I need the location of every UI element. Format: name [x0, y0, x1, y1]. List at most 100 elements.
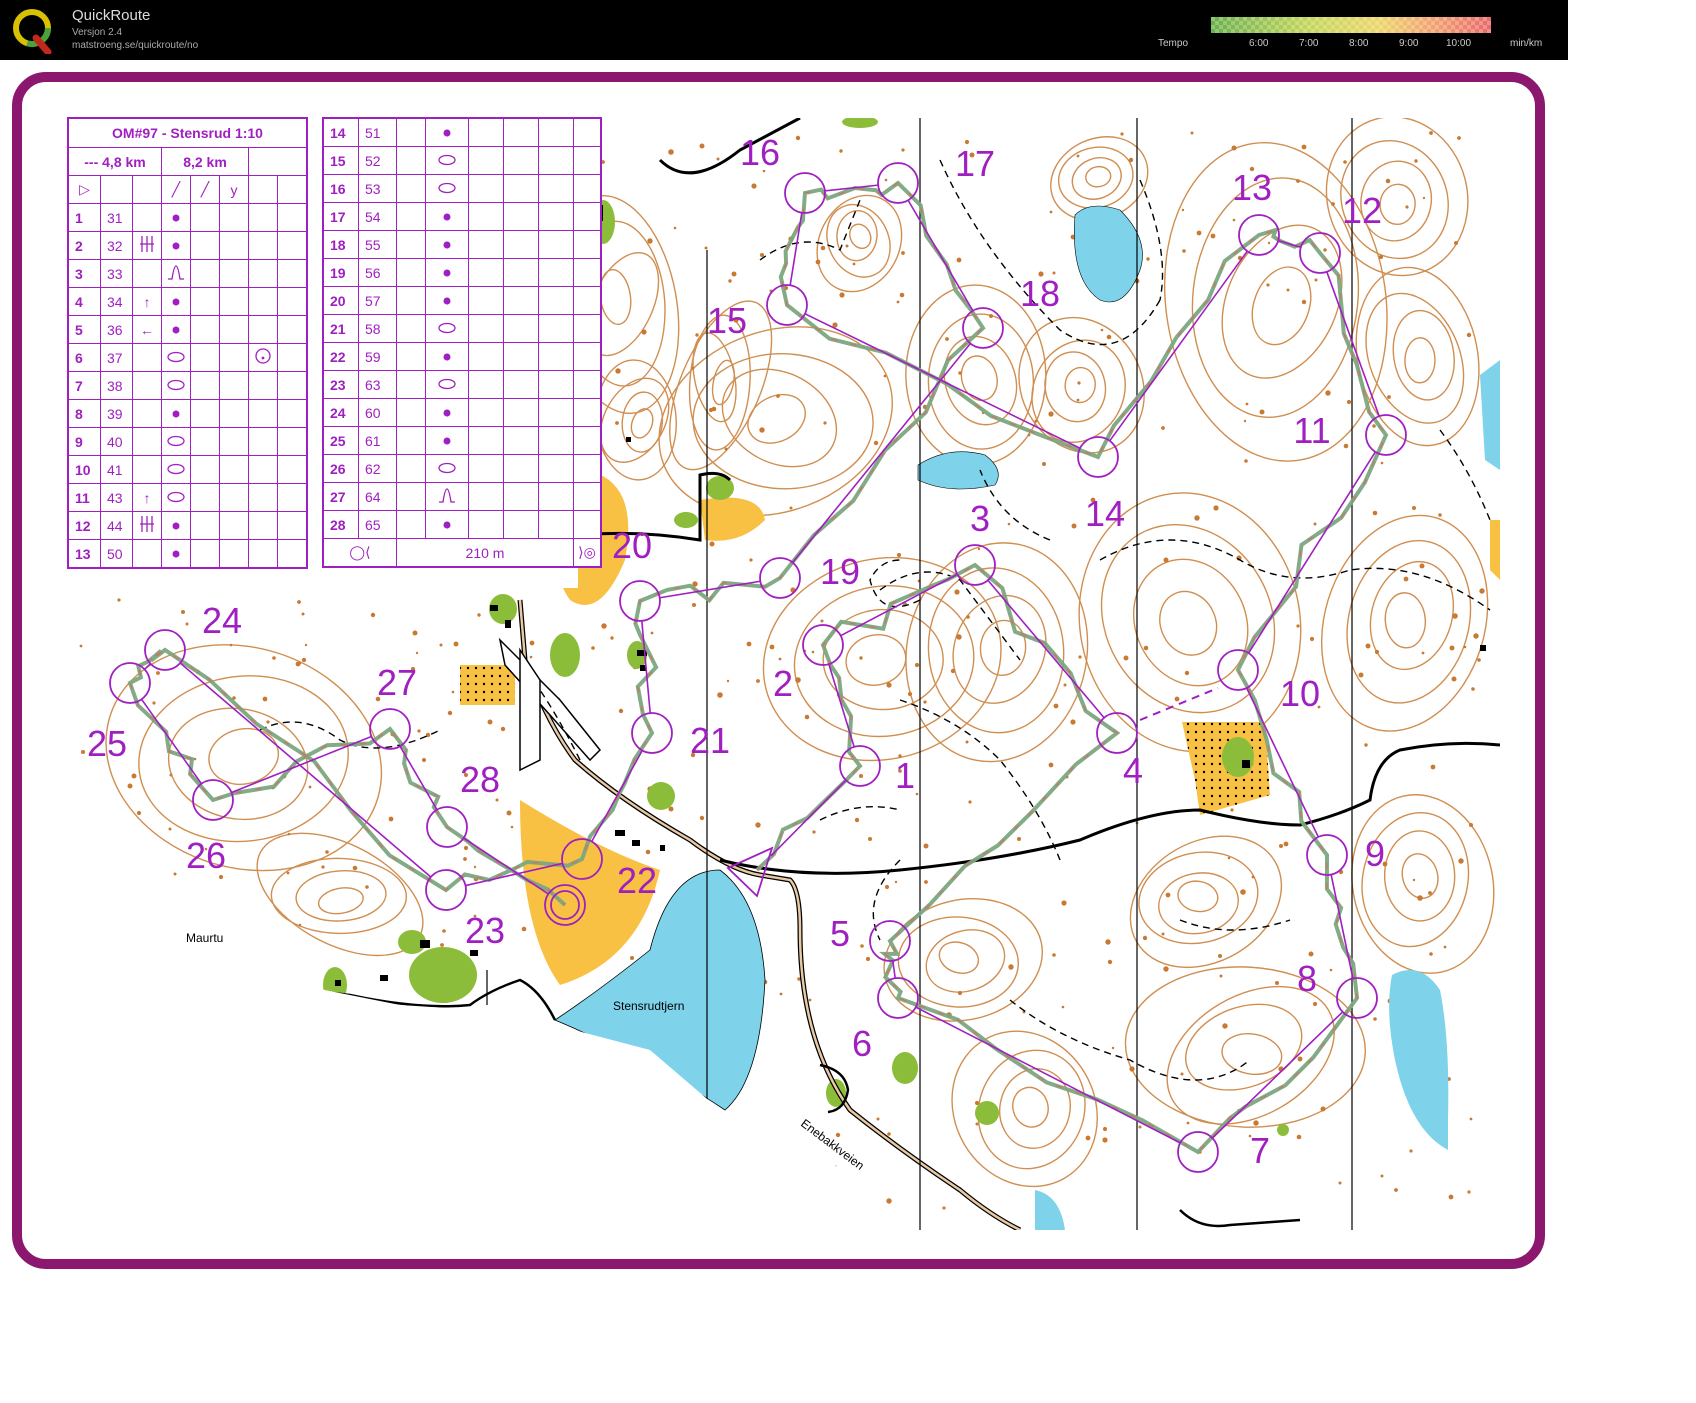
control-code: 40 [100, 427, 133, 456]
ellipse-icon [438, 182, 456, 193]
column-i [573, 342, 602, 371]
column-d [396, 510, 426, 539]
control-description-row: 11 43 ↑ [67, 483, 308, 512]
column-i [277, 399, 308, 428]
ellipse-icon [438, 378, 456, 389]
junction-icon: y [219, 175, 249, 204]
column-d [396, 398, 426, 427]
column-h [538, 370, 574, 399]
map-label-lake: Stensrudtjern [613, 999, 684, 1013]
column-f [190, 483, 220, 512]
column-h [538, 202, 574, 231]
control-code: 59 [358, 342, 397, 371]
control-description-row: 5 36 ← [67, 315, 308, 344]
column-e [425, 146, 469, 175]
control-number-label: 20 [612, 525, 652, 566]
control-number: 18 [322, 230, 359, 259]
control-code: 50 [100, 539, 133, 569]
control-code: 38 [100, 371, 133, 400]
column-f [190, 539, 220, 569]
column-i [277, 371, 308, 400]
dot-icon [443, 521, 451, 528]
control-number-label: 21 [690, 720, 730, 761]
finish-end-icon: ⟩◎ [573, 538, 602, 568]
column-d [396, 342, 426, 371]
control-number: 28 [322, 510, 359, 539]
column-g [219, 287, 249, 316]
control-number-label: 23 [465, 910, 505, 951]
dot-icon [172, 242, 180, 249]
column-h [538, 510, 574, 539]
column-h [538, 286, 574, 315]
dot-icon [172, 410, 180, 417]
control-code: 61 [358, 426, 397, 455]
control-code: 43 [100, 483, 133, 512]
control-number: 4 [67, 287, 101, 316]
control-number: 25 [322, 426, 359, 455]
control-description-row: 19 56 [322, 258, 602, 287]
column-h [248, 343, 278, 372]
control-code: 62 [358, 454, 397, 483]
ellipse-icon [167, 351, 185, 362]
column-h [538, 230, 574, 259]
column-h [248, 483, 278, 512]
control-code: 41 [100, 455, 133, 484]
column-f [468, 426, 504, 455]
column-g [219, 427, 249, 456]
control-number: 6 [67, 343, 101, 372]
control-number: 21 [322, 314, 359, 343]
ellipse-icon [438, 154, 456, 165]
column-e [161, 203, 191, 232]
control-description-row: 6 37 [67, 343, 308, 372]
column-g [219, 539, 249, 569]
column-g [219, 343, 249, 372]
column-i [277, 231, 308, 260]
column-f [190, 231, 220, 260]
column-g [219, 483, 249, 512]
control-description-row: 16 53 [322, 174, 602, 203]
column-g [503, 370, 539, 399]
control-description-row: 7 38 [67, 371, 308, 400]
control-number-label: 3 [970, 498, 990, 539]
column-f [190, 427, 220, 456]
ellipse-icon [167, 463, 185, 474]
column-g [503, 117, 539, 147]
control-number: 20 [322, 286, 359, 315]
dot-icon [172, 298, 180, 305]
column-f [468, 398, 504, 427]
column-i [573, 398, 602, 427]
column-e [161, 287, 191, 316]
control-number-label: 11 [1293, 410, 1330, 451]
control-code: 31 [100, 203, 133, 232]
ellipse-icon [438, 322, 456, 333]
column-h [248, 287, 278, 316]
control-code: 58 [358, 314, 397, 343]
column-h [248, 511, 278, 540]
column-d [132, 203, 162, 232]
control-number: 19 [322, 258, 359, 287]
control-number-label: 24 [202, 600, 242, 641]
column-d [132, 455, 162, 484]
column-i [277, 287, 308, 316]
column-g [503, 258, 539, 287]
column-h [538, 146, 574, 175]
column-h [248, 259, 278, 288]
column-d [132, 231, 162, 260]
column-i [573, 174, 602, 203]
column-e [425, 398, 469, 427]
column-g [503, 174, 539, 203]
column-d [396, 258, 426, 287]
column-f [190, 315, 220, 344]
column-g [503, 482, 539, 511]
column-f [468, 258, 504, 287]
arrow-up-icon: ↑ [143, 489, 151, 506]
column-h [248, 315, 278, 344]
column-f [468, 202, 504, 231]
control-code: 65 [358, 510, 397, 539]
column-h [248, 203, 278, 232]
column-e [425, 370, 469, 399]
control-description-row: 25 61 [322, 426, 602, 455]
column-g [219, 315, 249, 344]
column-i [573, 314, 602, 343]
control-description-row: 27 64 [322, 482, 602, 511]
